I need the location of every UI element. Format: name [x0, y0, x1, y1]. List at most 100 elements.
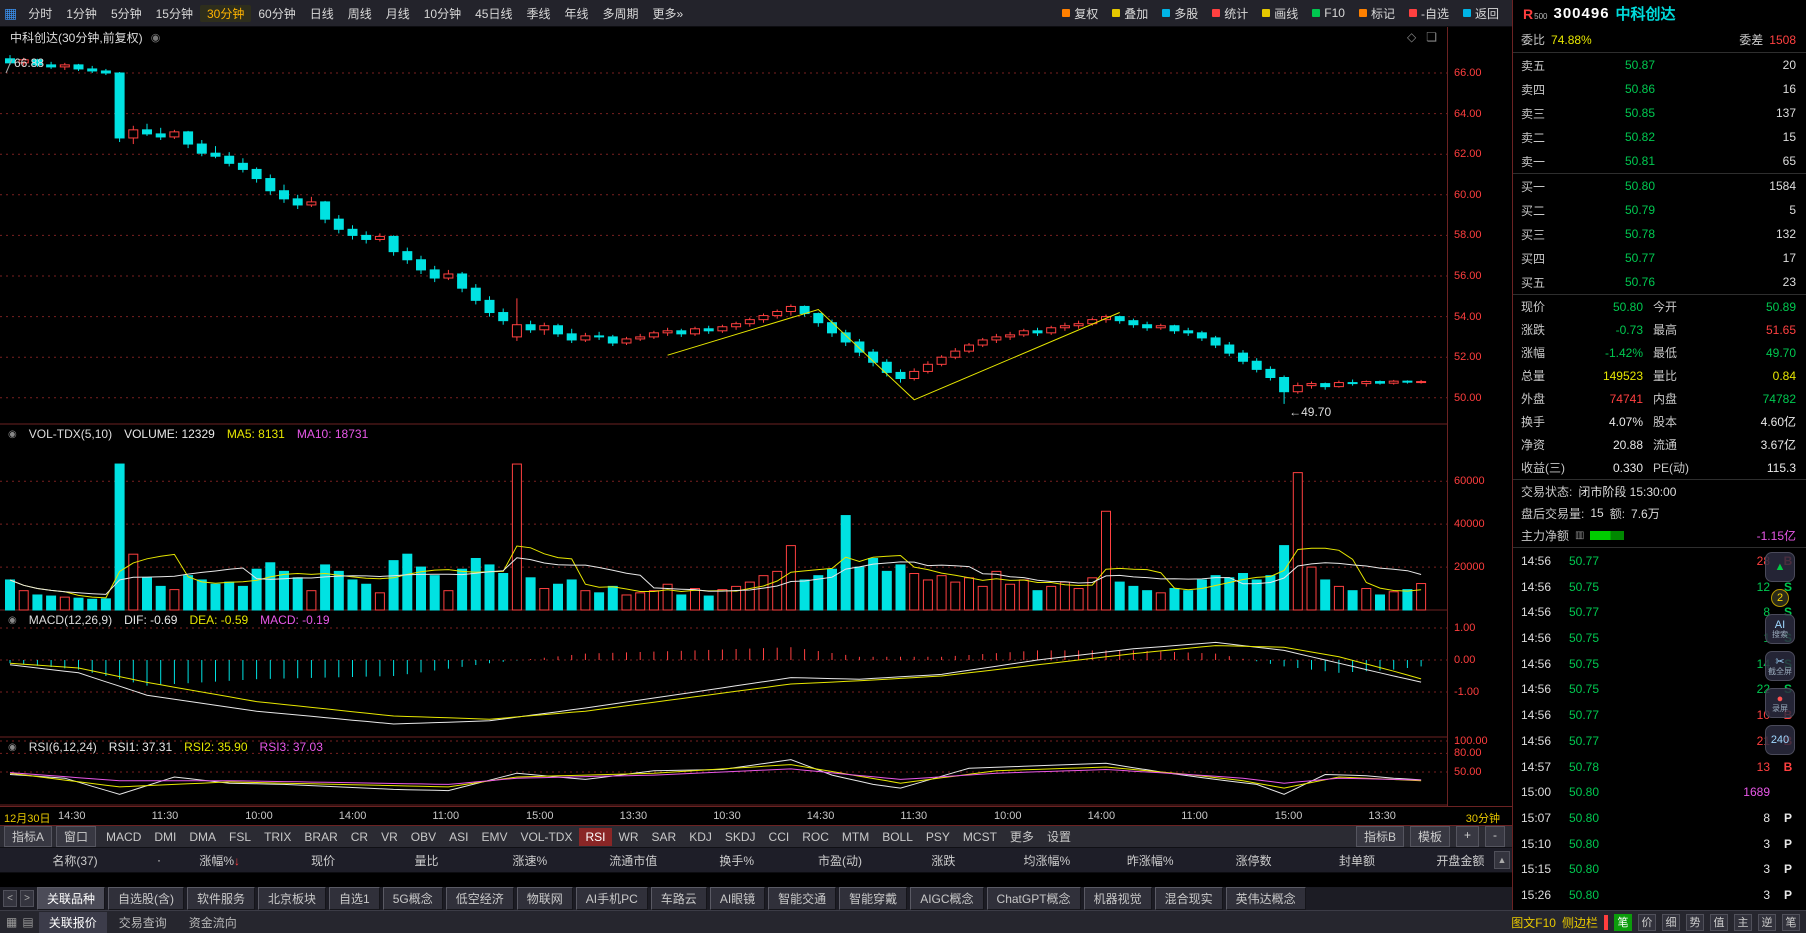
sector-tab[interactable]: 智能交通 [768, 887, 837, 910]
ask-row[interactable]: 卖二 50.82 15 [1513, 125, 1806, 149]
indicator-tab[interactable]: ROC [796, 828, 835, 846]
sector-tab[interactable]: 5G概念 [382, 887, 443, 910]
speed-240-badge[interactable]: 240 [1765, 725, 1795, 755]
indicator-tab[interactable]: CR [345, 828, 374, 846]
indicator-bar-button[interactable]: - [1485, 826, 1505, 847]
indicator-tab[interactable]: FSL [223, 828, 257, 846]
period-item[interactable]: 60分钟 [251, 5, 302, 22]
indicator-tab[interactable]: BRAR [298, 828, 343, 846]
sector-tab[interactable]: ChatGPT概念 [986, 887, 1081, 910]
table-column[interactable]: 均涨幅% [995, 852, 1098, 869]
table-column[interactable]: 涨幅%↓ [168, 852, 271, 869]
panel-toggle-icon[interactable]: ◉ [8, 742, 17, 753]
period-item[interactable]: 15分钟 [149, 5, 200, 22]
period-item[interactable]: 周线 [341, 5, 379, 22]
indicator-tab[interactable]: SKDJ [719, 828, 762, 846]
table-column[interactable]: 现价 [271, 852, 374, 869]
ask-row[interactable]: 卖四 50.86 16 [1513, 77, 1806, 101]
bid-row[interactable]: 买二 50.79 5 [1513, 198, 1806, 222]
ask-row[interactable]: 卖三 50.85 137 [1513, 101, 1806, 125]
message-count-badge[interactable]: 2 [1771, 589, 1789, 607]
table-column[interactable]: 涨跌 [892, 852, 995, 869]
period-item[interactable]: 1分钟 [59, 5, 104, 22]
indicator-tab[interactable]: MCST [957, 828, 1003, 846]
popup-window-icon[interactable]: ❏ [1426, 30, 1437, 44]
table-column[interactable]: 封单额 [1305, 852, 1408, 869]
sector-tab[interactable]: AIGC概念 [910, 887, 984, 910]
tab-scroll-icon[interactable]: < [3, 890, 17, 907]
period-item[interactable]: 10分钟 [417, 5, 468, 22]
chart-info-icon[interactable]: ◉ [151, 31, 161, 44]
mini-view-tab[interactable]: 值 [1710, 913, 1728, 931]
indicator-tab[interactable]: SAR [646, 828, 683, 846]
status-tab[interactable]: 交易查询 [109, 912, 177, 933]
period-item[interactable]: 多周期 [596, 5, 646, 22]
status-link[interactable]: 侧边栏 [1562, 914, 1598, 931]
mini-view-tab[interactable]: 细 [1662, 913, 1680, 931]
sector-tab[interactable]: 北京板块 [258, 887, 327, 910]
indicator-tab[interactable]: 设置 [1041, 826, 1077, 847]
sector-tab[interactable]: 车路云 [650, 887, 707, 910]
table-column[interactable]: 量比 [375, 852, 478, 869]
sector-tab[interactable]: 物联网 [516, 887, 573, 910]
indicator-tab[interactable]: VOL-TDX [514, 828, 578, 846]
screenshot-icon[interactable]: ✂ 截全屏 [1765, 651, 1795, 681]
sector-tab[interactable]: AI眼镜 [709, 887, 766, 910]
indicator-bar-button[interactable]: 指标A [4, 826, 53, 847]
sector-tab[interactable]: 低空经济 [445, 887, 514, 910]
period-item[interactable]: 年线 [557, 5, 595, 22]
scroll-up-icon[interactable]: ▲ [1494, 851, 1510, 869]
period-item[interactable]: 5分钟 [104, 5, 149, 22]
indicator-tab[interactable]: EMV [475, 828, 513, 846]
collapse-strip-icon[interactable]: ▲ [1765, 552, 1795, 582]
indicator-tab[interactable]: MTM [836, 828, 875, 846]
app-menu-icon[interactable]: ▦ [4, 5, 17, 22]
period-item[interactable]: 更多» [646, 5, 691, 22]
sector-tab[interactable]: 机器视觉 [1083, 887, 1152, 910]
indicator-tab[interactable]: BOLL [876, 828, 919, 846]
indicator-tab[interactable]: PSY [920, 828, 956, 846]
toolbar-action[interactable]: 叠加 [1105, 5, 1155, 22]
period-item[interactable]: 月线 [379, 5, 417, 22]
table-column[interactable]: 涨停数 [1202, 852, 1305, 869]
table-column[interactable]: 换手% [685, 852, 788, 869]
indicator-tab[interactable]: MACD [100, 828, 147, 846]
period-item[interactable]: 日线 [303, 5, 341, 22]
indicator-tab[interactable]: OBV [405, 828, 442, 846]
table-column[interactable]: · [150, 853, 168, 867]
ai-search-icon[interactable]: AI 搜索 [1765, 614, 1795, 644]
bid-row[interactable]: 买五 50.76 23 [1513, 270, 1806, 294]
indicator-tab[interactable]: KDJ [683, 828, 718, 846]
indicator-tab[interactable]: TRIX [258, 828, 297, 846]
diamond-marker-icon[interactable]: ◇ [1407, 30, 1416, 44]
toolbar-action[interactable]: 统计 [1205, 5, 1255, 22]
sector-tab[interactable]: 自选1 [329, 887, 380, 910]
price-chart[interactable]: 66.88 ←49.70 [0, 27, 1447, 806]
bid-row[interactable]: 买一 50.80 1584 [1513, 174, 1806, 198]
indicator-tab[interactable]: DMA [183, 828, 222, 846]
toolbar-action[interactable]: 标记 [1352, 5, 1402, 22]
indicator-tab[interactable]: 更多 [1004, 826, 1040, 847]
panel-toggle-icon[interactable]: ◉ [8, 429, 17, 440]
mini-view-tab[interactable]: 价 [1638, 913, 1656, 931]
mini-view-tab[interactable]: 势 [1686, 913, 1704, 931]
toolbar-action[interactable]: 返回 [1456, 5, 1506, 22]
sector-tab[interactable]: AI手机PC [575, 887, 648, 910]
sector-tab[interactable]: 混合现实 [1154, 887, 1223, 910]
indicator-tab[interactable]: CCI [763, 828, 796, 846]
indicator-tab[interactable]: WR [613, 828, 645, 846]
indicator-tab[interactable]: VR [375, 828, 404, 846]
split-view-icon[interactable]: ▤ [22, 915, 33, 929]
panel-toggle-icon[interactable]: ◉ [8, 615, 17, 626]
mini-view-tab[interactable]: 主 [1734, 913, 1752, 931]
bid-row[interactable]: 买四 50.77 17 [1513, 246, 1806, 270]
ask-row[interactable]: 卖五 50.87 20 [1513, 53, 1806, 77]
sector-tab[interactable]: 智能穿戴 [839, 887, 908, 910]
status-link[interactable]: 图文F10 [1511, 914, 1556, 931]
status-tab[interactable]: 关联报价 [38, 911, 107, 933]
toolbar-action[interactable]: -自选 [1402, 5, 1456, 22]
mini-view-tab[interactable]: 逆 [1758, 913, 1776, 931]
toolbar-action[interactable]: 复权 [1055, 5, 1105, 22]
table-column[interactable]: 名称(37) [0, 852, 150, 869]
indicator-bar-button[interactable]: 指标B [1355, 826, 1404, 847]
